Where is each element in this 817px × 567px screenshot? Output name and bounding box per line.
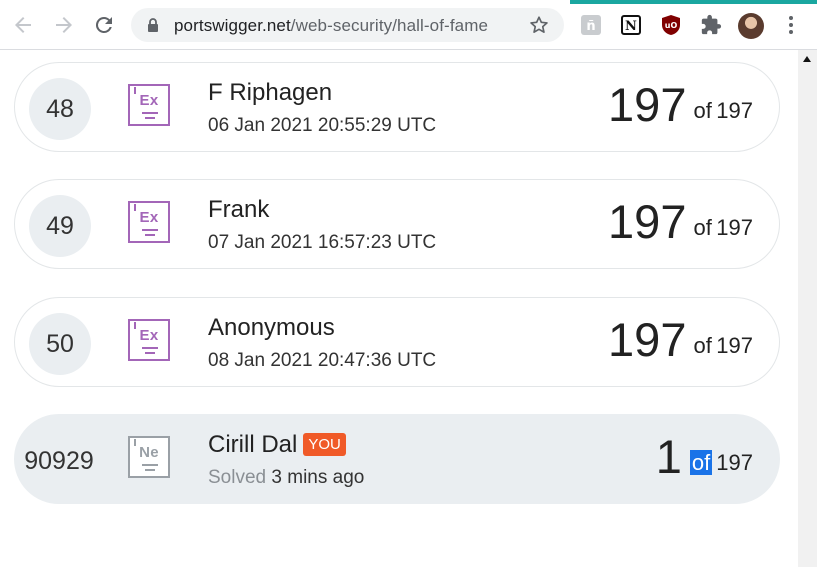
score: 1 of 197 <box>656 429 753 484</box>
badge-symbol: Ex <box>139 92 159 109</box>
score-total: 197 <box>716 98 753 123</box>
hall-of-fame-list: 48 Ex F Riphagen 06 Jan 2021 20:55:29 UT… <box>0 50 798 567</box>
score-total: 197 <box>716 333 753 358</box>
url-text[interactable]: portswigger.net/web-security/hall-of-fam… <box>174 16 488 36</box>
solved-label: Solved <box>208 467 267 488</box>
scroll-up-arrow-icon[interactable] <box>803 56 811 62</box>
badge-symbol: Ne <box>139 444 159 461</box>
score-of-label: of <box>693 98 712 123</box>
window-accent-bar <box>570 0 817 4</box>
solve-status: Solved 3 mins ago <box>208 467 364 489</box>
kebab-menu-icon[interactable] <box>787 14 795 36</box>
user-name: Cirill Dal YOU <box>208 431 346 459</box>
score-of-label: of <box>693 333 712 358</box>
reload-icon[interactable] <box>92 13 116 37</box>
score-total: 197 <box>716 215 753 240</box>
solved-time: 3 mins ago <box>271 467 365 488</box>
forward-arrow-icon[interactable] <box>52 13 76 37</box>
user-name: Anonymous <box>208 314 335 341</box>
score: 197 of 197 <box>608 77 753 132</box>
user-name-text: Cirill Dal <box>208 431 298 458</box>
solve-date: 07 Jan 2021 16:57:23 UTC <box>208 232 437 253</box>
ublock-icon[interactable]: uO <box>660 14 682 36</box>
score: 197 of 197 <box>608 312 753 367</box>
back-arrow-icon[interactable] <box>11 13 35 37</box>
score-value: 197 <box>608 195 687 248</box>
avatar[interactable] <box>738 13 764 39</box>
lock-icon[interactable] <box>145 17 161 33</box>
badge-symbol: Ex <box>139 209 159 226</box>
user-name: F Riphagen <box>208 79 333 106</box>
level-badge-icon: Ne <box>128 436 170 478</box>
address-bar[interactable]: portswigger.net/web-security/hall-of-fam… <box>131 8 564 42</box>
extension-icon[interactable]: ñ <box>580 14 602 36</box>
vertical-scrollbar[interactable] <box>798 50 817 567</box>
level-badge-icon: Ex <box>128 84 170 126</box>
user-name: Frank <box>208 196 270 223</box>
score: 197 of 197 <box>608 194 753 249</box>
svg-text:N: N <box>625 19 637 34</box>
current-user-row: 90929 Ne Cirill Dal YOU Solved 3 mins ago… <box>14 414 780 504</box>
score-value: 197 <box>608 313 687 366</box>
leaderboard-row: 48 Ex F Riphagen 06 Jan 2021 20:55:29 UT… <box>14 62 780 152</box>
puzzle-icon[interactable] <box>700 14 722 36</box>
score-total: 197 <box>716 450 753 475</box>
badge-symbol: Ex <box>139 327 159 344</box>
score-value: 1 <box>655 430 682 483</box>
url-path: /web-security/hall-of-fame <box>290 16 489 35</box>
leaderboard-row: 50 Ex Anonymous 08 Jan 2021 20:47:36 UTC… <box>14 297 780 387</box>
url-host: portswigger.net <box>174 16 291 35</box>
score-of-label: of <box>693 215 712 240</box>
score-of-label-selected: of <box>689 450 713 475</box>
svg-text:ñ: ñ <box>586 19 595 34</box>
star-icon[interactable] <box>528 14 550 36</box>
rank-number: 49 <box>29 195 91 257</box>
browser-toolbar: portswigger.net/web-security/hall-of-fam… <box>0 0 817 50</box>
rank-number: 90929 <box>24 446 94 475</box>
rank-number: 50 <box>29 313 91 375</box>
you-badge: YOU <box>303 433 346 456</box>
solve-date: 06 Jan 2021 20:55:29 UTC <box>208 115 437 136</box>
rank-number: 48 <box>29 78 91 140</box>
level-badge-icon: Ex <box>128 319 170 361</box>
svg-text:uO: uO <box>665 21 678 30</box>
leaderboard-row: 49 Ex Frank 07 Jan 2021 16:57:23 UTC 197… <box>14 179 780 269</box>
score-value: 197 <box>608 78 687 131</box>
level-badge-icon: Ex <box>128 201 170 243</box>
notion-icon[interactable]: N <box>620 14 642 36</box>
solve-date: 08 Jan 2021 20:47:36 UTC <box>208 350 437 371</box>
